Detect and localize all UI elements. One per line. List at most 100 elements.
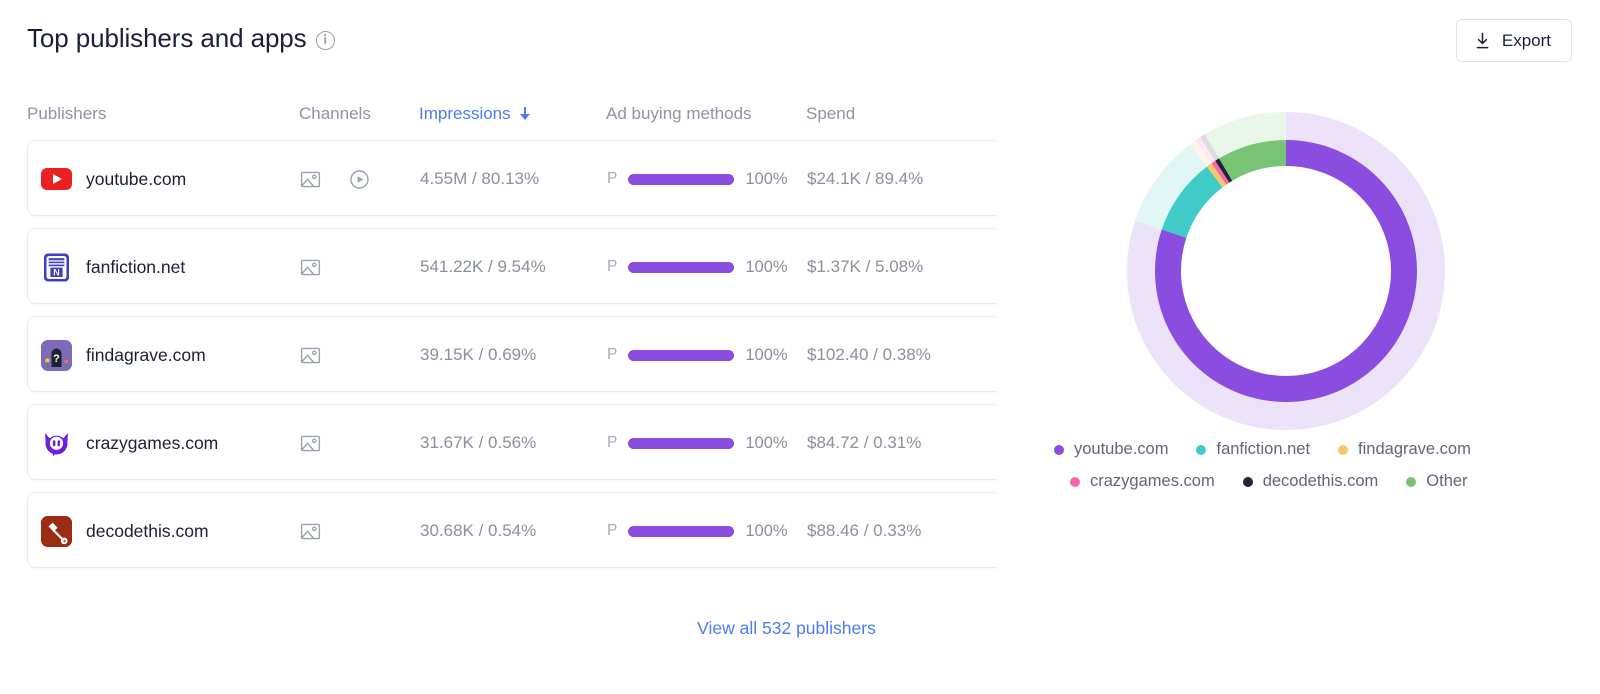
cell-impressions: 541.22K / 9.54% — [420, 229, 546, 305]
legend-item-decodethis[interactable]: decodethis.com — [1243, 472, 1379, 491]
export-button[interactable]: Export — [1456, 19, 1572, 62]
abm-progress-bar — [628, 438, 734, 449]
cell-publisher: decodethis.com — [41, 493, 209, 569]
publisher-name[interactable]: crazygames.com — [86, 433, 218, 454]
legend-label: decodethis.com — [1263, 472, 1379, 491]
abm-progress-fill — [628, 350, 734, 361]
spend-value: $1.37K / 5.08% — [807, 257, 923, 277]
column-header-ad-buying-methods: Ad buying methods — [606, 104, 752, 124]
cell-publisher: youtube.com — [41, 141, 186, 217]
abm-letter: P — [607, 522, 617, 540]
cell-publisher: ? findagrave.com — [41, 317, 206, 393]
display-image-icon — [300, 257, 321, 278]
column-header-impressions-label: Impressions — [419, 104, 511, 124]
crazygames-favicon — [41, 428, 72, 459]
table-row[interactable]: ? findagrave.com 39.15K / 0.69% — [27, 316, 997, 392]
legend-item-other[interactable]: Other — [1406, 472, 1467, 491]
cell-spend: $84.72 / 0.31% — [807, 405, 921, 481]
legend-color-dot — [1338, 445, 1348, 455]
abm-progress-bar — [628, 174, 734, 185]
impressions-share-chart: youtube.com fanfiction.net findagrave.co… — [1040, 96, 1560, 516]
table-row[interactable]: decodethis.com 30.68K / 0.54% P 100% — [27, 492, 997, 568]
page-title: Top publishers and apps — [27, 22, 307, 54]
table-row[interactable]: crazygames.com 31.67K / 0.56% P 100% — [27, 404, 997, 480]
legend-color-dot — [1070, 477, 1080, 487]
impressions-value: 541.22K / 9.54% — [420, 257, 546, 277]
spend-value: $24.1K / 89.4% — [807, 169, 923, 189]
spend-value: $84.72 / 0.31% — [807, 433, 921, 453]
legend-label: Other — [1426, 472, 1467, 491]
spend-value: $102.40 / 0.38% — [807, 345, 931, 365]
legend-item-crazygames[interactable]: crazygames.com — [1070, 472, 1215, 491]
column-header-channels: Channels — [299, 104, 371, 124]
cell-channels — [300, 141, 370, 217]
donut-halo-ring — [1141, 126, 1431, 416]
legend-row: crazygames.com decodethis.com Other — [1046, 472, 1546, 491]
impressions-value: 31.67K / 0.56% — [420, 433, 536, 453]
abm-letter: P — [607, 258, 617, 276]
spend-value: $88.46 / 0.33% — [807, 521, 921, 541]
abm-percent: 100% — [745, 170, 787, 189]
cell-spend: $88.46 / 0.33% — [807, 493, 921, 569]
column-header-impressions[interactable]: Impressions — [419, 104, 531, 124]
cell-publisher: crazygames.com — [41, 405, 218, 481]
publisher-name[interactable]: findagrave.com — [86, 345, 206, 366]
abm-progress-fill — [628, 262, 734, 273]
legend-item-fanfiction[interactable]: fanfiction.net — [1196, 440, 1310, 459]
column-header-spend: Spend — [806, 104, 855, 124]
impressions-value: 30.68K / 0.54% — [420, 521, 536, 541]
legend-color-dot — [1054, 445, 1064, 455]
export-button-label: Export — [1502, 31, 1551, 51]
cell-channels — [300, 317, 321, 393]
cell-impressions: 31.67K / 0.56% — [420, 405, 536, 481]
svg-text:N: N — [53, 267, 60, 277]
cell-ad-buying-methods: P 100% — [607, 141, 788, 217]
decodethis-favicon — [41, 516, 72, 547]
abm-progress-fill — [628, 438, 734, 449]
cell-channels — [300, 493, 321, 569]
cell-ad-buying-methods: P 100% — [607, 229, 788, 305]
legend-color-dot — [1243, 477, 1253, 487]
table-row[interactable]: N fanfiction.net 541.22K / 9.54% P — [27, 228, 997, 304]
arrow-down-icon — [520, 107, 531, 121]
cell-channels — [300, 229, 321, 305]
donut-main-ring — [1168, 153, 1404, 389]
cell-channels — [300, 405, 321, 481]
abm-progress-fill — [628, 526, 734, 537]
legend-label: findagrave.com — [1358, 440, 1471, 459]
legend-item-findagrave[interactable]: findagrave.com — [1338, 440, 1471, 459]
column-header-publishers: Publishers — [27, 104, 106, 124]
cell-spend: $1.37K / 5.08% — [807, 229, 923, 305]
legend-label: fanfiction.net — [1216, 440, 1310, 459]
publisher-name[interactable]: youtube.com — [86, 169, 186, 190]
impressions-value: 39.15K / 0.69% — [420, 345, 536, 365]
legend-color-dot — [1406, 477, 1416, 487]
abm-percent: 100% — [745, 258, 787, 277]
publisher-name[interactable]: fanfiction.net — [86, 257, 185, 278]
cell-impressions: 30.68K / 0.54% — [420, 493, 536, 569]
table-header-row: Publishers Channels Impressions Ad buyin… — [0, 96, 997, 140]
abm-percent: 100% — [745, 522, 787, 541]
cell-spend: $24.1K / 89.4% — [807, 141, 923, 217]
cell-ad-buying-methods: P 100% — [607, 493, 788, 569]
donut-chart-svg — [1116, 101, 1456, 441]
display-image-icon — [300, 521, 321, 542]
legend-item-youtube[interactable]: youtube.com — [1054, 440, 1168, 459]
fanfiction-favicon: N — [41, 252, 72, 283]
cell-ad-buying-methods: P 100% — [607, 405, 788, 481]
abm-letter: P — [607, 346, 617, 364]
publishers-table: Publishers Channels Impressions Ad buyin… — [0, 96, 997, 580]
display-image-icon — [300, 345, 321, 366]
publisher-name[interactable]: decodethis.com — [86, 521, 209, 542]
findagrave-favicon: ? — [41, 340, 72, 371]
view-all-publishers-link[interactable]: View all 532 publishers — [0, 618, 1573, 639]
legend-label: crazygames.com — [1090, 472, 1215, 491]
abm-progress-bar — [628, 262, 734, 273]
abm-letter: P — [607, 170, 617, 188]
legend-row: youtube.com fanfiction.net findagrave.co… — [1046, 440, 1546, 459]
table-row[interactable]: youtube.com 4.55M / 80.13% P — [27, 140, 997, 216]
abm-progress-bar — [628, 526, 734, 537]
donut-chart — [1116, 101, 1456, 441]
info-icon[interactable] — [316, 31, 335, 50]
abm-progress-fill — [628, 174, 734, 185]
